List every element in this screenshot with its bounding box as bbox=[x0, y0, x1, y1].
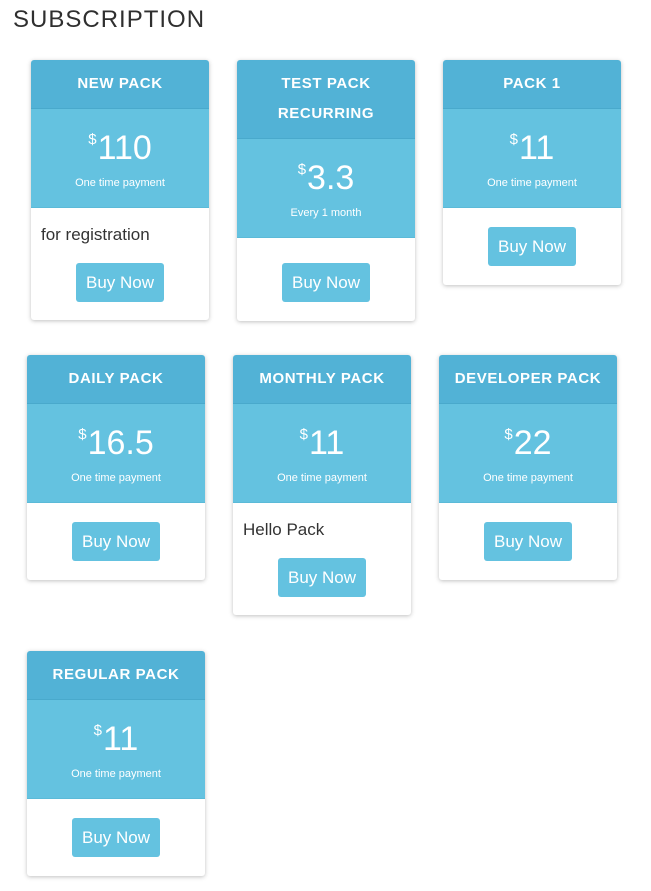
pack-price: $11 bbox=[27, 710, 205, 760]
pack-name: PACK 1 bbox=[443, 60, 621, 109]
pack-name: TEST PACK RECURRING bbox=[237, 60, 415, 139]
pack-description: for registration bbox=[41, 225, 150, 244]
payment-period: One time payment bbox=[487, 177, 577, 189]
pack-name: NEW PACK bbox=[31, 60, 209, 109]
price-amount: 3.3 bbox=[307, 159, 355, 197]
price-amount: 16.5 bbox=[87, 424, 154, 462]
pack-card-new-pack: NEW PACK $110 One time payment for regis… bbox=[31, 60, 209, 320]
pack-price-panel: $22 One time payment bbox=[439, 404, 617, 503]
payment-period: One time payment bbox=[75, 177, 165, 189]
pack-body: Buy Now bbox=[27, 503, 205, 580]
currency-symbol: $ bbox=[509, 131, 519, 148]
payment-period: One time payment bbox=[483, 472, 573, 484]
pack-price-panel: $11 One time payment bbox=[233, 404, 411, 503]
pack-body: Buy Now bbox=[443, 208, 621, 285]
pack-price-panel: $110 One time payment bbox=[31, 109, 209, 208]
pack-body: for registration Buy Now bbox=[31, 208, 209, 320]
pack-card-developer-pack: DEVELOPER PACK $22 One time payment Buy … bbox=[439, 355, 617, 580]
pack-card-pack-1: PACK 1 $11 One time payment Buy Now bbox=[443, 60, 621, 285]
price-amount: 110 bbox=[97, 129, 152, 167]
payment-period: One time payment bbox=[277, 472, 367, 484]
pack-price: $11 bbox=[233, 414, 411, 464]
pack-card-monthly-pack: MONTHLY PACK $11 One time payment Hello … bbox=[233, 355, 411, 615]
buy-now-button[interactable]: Buy Now bbox=[282, 263, 370, 302]
price-amount: 11 bbox=[309, 424, 345, 462]
pack-price: $11 bbox=[443, 119, 621, 169]
pack-price: $16.5 bbox=[27, 414, 205, 464]
buy-now-button[interactable]: Buy Now bbox=[278, 558, 366, 597]
price-amount: 11 bbox=[519, 129, 555, 167]
price-amount: 11 bbox=[103, 720, 139, 758]
buy-now-button[interactable]: Buy Now bbox=[76, 263, 164, 302]
pack-price-panel: $16.5 One time payment bbox=[27, 404, 205, 503]
pack-name: REGULAR PACK bbox=[27, 651, 205, 700]
pack-price: $22 bbox=[439, 414, 617, 464]
price-amount: 22 bbox=[513, 424, 552, 462]
currency-symbol: $ bbox=[504, 426, 513, 443]
pack-card-test-pack-recurring: TEST PACK RECURRING $3.3 Every 1 month B… bbox=[237, 60, 415, 321]
pack-name: DEVELOPER PACK bbox=[439, 355, 617, 404]
pack-body: Hello Pack Buy Now bbox=[233, 503, 411, 615]
buy-now-button[interactable]: Buy Now bbox=[484, 522, 572, 561]
currency-symbol: $ bbox=[299, 426, 309, 443]
pack-price-panel: $11 One time payment bbox=[27, 700, 205, 799]
page-title: SUBSCRIPTION bbox=[13, 6, 206, 33]
buy-now-button[interactable]: Buy Now bbox=[488, 227, 576, 266]
pack-name: MONTHLY PACK bbox=[233, 355, 411, 404]
pack-price-panel: $3.3 Every 1 month bbox=[237, 139, 415, 238]
pack-name: DAILY PACK bbox=[27, 355, 205, 404]
pack-description: Hello Pack bbox=[243, 520, 325, 539]
buy-now-button[interactable]: Buy Now bbox=[72, 522, 160, 561]
currency-symbol: $ bbox=[78, 426, 87, 443]
currency-symbol: $ bbox=[88, 131, 97, 148]
pack-body: Buy Now bbox=[439, 503, 617, 580]
pack-body: Buy Now bbox=[27, 799, 205, 876]
pack-price: $110 bbox=[31, 119, 209, 169]
pack-body: Buy Now bbox=[237, 238, 415, 321]
payment-period: Every 1 month bbox=[290, 207, 362, 219]
currency-symbol: $ bbox=[297, 161, 307, 178]
pack-price: $3.3 bbox=[237, 149, 415, 199]
buy-now-button[interactable]: Buy Now bbox=[72, 818, 160, 857]
payment-period: One time payment bbox=[71, 472, 161, 484]
pack-price-panel: $11 One time payment bbox=[443, 109, 621, 208]
payment-period: One time payment bbox=[71, 768, 161, 780]
pack-card-regular-pack: REGULAR PACK $11 One time payment Buy No… bbox=[27, 651, 205, 876]
pack-card-daily-pack: DAILY PACK $16.5 One time payment Buy No… bbox=[27, 355, 205, 580]
currency-symbol: $ bbox=[93, 722, 103, 739]
